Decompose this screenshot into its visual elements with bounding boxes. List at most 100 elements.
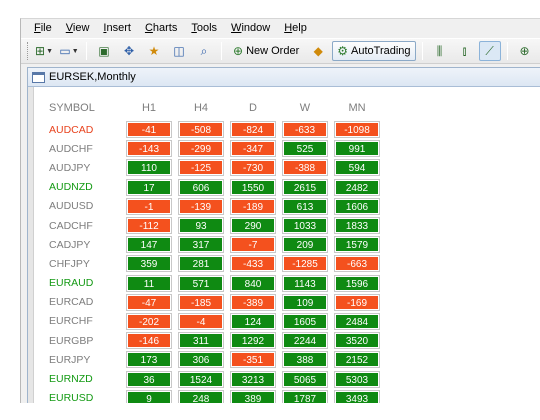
value-cell: 2482	[334, 178, 380, 196]
value-cell: 147	[126, 236, 172, 254]
chart-window-titlebar[interactable]: EURSEK,Monthly	[28, 68, 540, 87]
value-cell: 110	[126, 159, 172, 177]
header-symbol: SYMBOL	[49, 102, 95, 114]
symbol-label: EURCHF	[49, 315, 93, 328]
value-cell: 281	[178, 255, 224, 273]
menu-window[interactable]: Window	[224, 19, 277, 37]
value-cell: -824	[230, 121, 276, 139]
table-row: EURGBP -146 311 1292 2244 3520	[49, 331, 383, 350]
strategy-tester-button[interactable]: ⌕	[193, 41, 215, 61]
value-cell: 3520	[334, 332, 380, 350]
navigator-icon: ✥	[123, 44, 135, 58]
value-cell: -143	[126, 140, 172, 158]
menu-charts[interactable]: Charts	[138, 19, 184, 37]
data-window-button[interactable]: ★	[143, 41, 165, 61]
bar-chart-button[interactable]: ⫼	[429, 41, 451, 61]
value-cell: 3493	[334, 389, 380, 403]
value-cell: -47	[126, 293, 172, 311]
toolbar-grip[interactable]	[27, 42, 28, 60]
menu-view[interactable]: View	[59, 19, 97, 37]
chevron-down-icon: ▼	[71, 47, 79, 55]
zoom-in-button[interactable]: ⊕	[514, 41, 536, 61]
left-strip	[28, 87, 34, 403]
profiles-icon: ▭	[59, 44, 71, 58]
terminal-icon: ◫	[173, 44, 185, 58]
menu-help[interactable]: Help	[277, 19, 314, 37]
value-cell: 2615	[282, 178, 328, 196]
value-cell: 388	[282, 351, 328, 369]
toolbar: ⊞ ▼ ▭ ▼ ▣ ✥ ★ ◫ ⌕ ⊕ New Order ◆ ⚙ AutoTradin…	[21, 38, 540, 64]
symbol-label: AUDNZD	[49, 181, 93, 194]
symbol-label: EURUSD	[49, 392, 94, 403]
symbol-label: EURAUD	[49, 277, 94, 290]
value-cell: -347	[230, 140, 276, 158]
value-cell: -1285	[282, 255, 328, 273]
toolbar-separator	[221, 42, 222, 60]
menu-insert[interactable]: Insert	[96, 19, 138, 37]
symbol-label: AUDCAD	[49, 123, 94, 136]
value-cell: 525	[282, 140, 328, 158]
chart-window-icon	[32, 71, 45, 83]
value-cell: 5065	[282, 370, 328, 388]
value-cell: -7	[230, 236, 276, 254]
symbol-label: EURJPY	[49, 353, 91, 366]
new-order-button[interactable]: ⊕ New Order	[228, 41, 304, 61]
line-chart-button[interactable]: ⟋	[478, 41, 501, 61]
value-cell: -633	[282, 121, 328, 139]
table-row: AUDNZD 17 606 1550 2615 2482	[49, 178, 383, 197]
candlestick-button[interactable]: ⫾	[454, 41, 476, 61]
value-cell: -112	[126, 217, 172, 235]
value-cell: -389	[230, 293, 276, 311]
line-chart-icon: ⟋	[485, 44, 494, 58]
value-cell: 5303	[334, 370, 380, 388]
metaeditor-button[interactable]: ◆	[307, 41, 329, 61]
value-cell: -139	[178, 197, 224, 215]
value-cell: -299	[178, 140, 224, 158]
value-cell: 359	[126, 255, 172, 273]
chart-window-title: EURSEK,Monthly	[49, 71, 136, 83]
table-row: EURCHF -202 -4 124 1605 2484	[49, 312, 383, 331]
symbol-label: AUDUSD	[49, 200, 94, 213]
value-cell: 306	[178, 351, 224, 369]
autotrading-button[interactable]: ⚙ AutoTrading	[332, 41, 416, 61]
value-cell: -663	[334, 255, 380, 273]
value-cell: -41	[126, 121, 172, 139]
value-cell: 2484	[334, 312, 380, 330]
value-cell: 1033	[282, 217, 328, 235]
value-cell: -388	[282, 159, 328, 177]
new-order-icon: ⊕	[233, 44, 244, 58]
metaeditor-icon: ◆	[313, 44, 323, 58]
value-cell: 1550	[230, 178, 276, 196]
symbol-label: CHFJPY	[49, 257, 90, 270]
menu-file[interactable]: File	[27, 19, 59, 37]
value-cell: -4	[178, 312, 224, 330]
market-watch-icon: ▣	[98, 44, 110, 58]
value-cell: 1524	[178, 370, 224, 388]
table-row: AUDUSD -1 -139 -189 613 1606	[49, 197, 383, 216]
table-row: EURUSD 9 248 389 1787 3493	[49, 389, 383, 403]
value-cell: 606	[178, 178, 224, 196]
value-cell: 840	[230, 274, 276, 292]
navigator-button[interactable]: ✥	[118, 41, 140, 61]
grid-header: SYMBOL H1 H4 D W MN	[49, 101, 383, 115]
table-row: AUDJPY 110 -125 -730 -388 594	[49, 158, 383, 177]
value-cell: 571	[178, 274, 224, 292]
symbol-label: AUDCHF	[49, 142, 93, 155]
terminal-button[interactable]: ◫	[168, 41, 190, 61]
value-cell: 173	[126, 351, 172, 369]
table-row: EURAUD 11 571 840 1143 1596	[49, 274, 383, 293]
new-chart-button[interactable]: ⊞ ▼	[33, 41, 55, 61]
menu-tools[interactable]: Tools	[184, 19, 224, 37]
symbol-label: EURGBP	[49, 334, 94, 347]
table-row: EURNZD 36 1524 3213 5065 5303	[49, 369, 383, 388]
bar-chart-icon: ⫼	[436, 44, 443, 58]
market-watch-button[interactable]: ▣	[93, 41, 115, 61]
value-cell: 1292	[230, 332, 276, 350]
value-cell: 389	[230, 389, 276, 403]
table-row: AUDCAD -41 -508 -824 -633 -1098	[49, 120, 383, 139]
header-mn: MN	[348, 102, 366, 114]
value-cell: 1596	[334, 274, 380, 292]
table-row: CADCHF -112 93 290 1033 1833	[49, 216, 383, 235]
value-cell: -169	[334, 293, 380, 311]
profiles-button[interactable]: ▭ ▼	[58, 41, 80, 61]
